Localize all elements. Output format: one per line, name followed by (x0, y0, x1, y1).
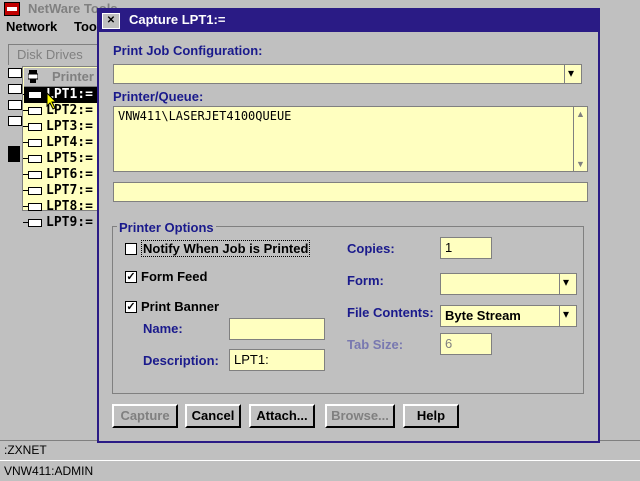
port-row[interactable]: LPT3:= (23, 119, 98, 135)
port-label: LPT4:= (46, 135, 93, 150)
description-field[interactable]: LPT1: (229, 349, 325, 371)
print-banner-label: Print Banner (141, 299, 220, 314)
help-button[interactable]: Help (403, 404, 459, 428)
description-value: LPT1: (234, 352, 269, 367)
port-label: LPT8:= (46, 199, 93, 214)
port-row[interactable]: LPT9:= (23, 215, 98, 231)
port-list-header: Printer (24, 68, 98, 87)
browse-button[interactable]: Browse... (325, 404, 395, 428)
port-row[interactable]: LPT6:= (23, 167, 98, 183)
port-icon (23, 203, 42, 211)
mouse-pointer-icon (46, 92, 58, 110)
file-contents-value: Byte Stream (445, 308, 521, 323)
tab-disk-drives-label: Disk Drives (17, 47, 83, 62)
printer-options-title: Printer Options (117, 220, 216, 235)
black-marker-icon (8, 146, 20, 162)
port-list-header-label: Printer (52, 69, 94, 84)
port-icon (23, 139, 42, 147)
copies-field[interactable]: 1 (440, 237, 492, 259)
port-label: LPT7:= (46, 183, 93, 198)
system-menu-icon[interactable]: ✕ (102, 13, 120, 29)
dialog-titlebar[interactable]: ✕ Capture LPT1:= (99, 10, 598, 32)
secondary-queue-field[interactable] (113, 182, 588, 202)
port-icon (23, 123, 42, 131)
copies-label: Copies: (347, 241, 395, 256)
dialog-title: Capture LPT1:= (129, 12, 226, 27)
name-field[interactable] (229, 318, 325, 340)
print-banner-checkbox[interactable]: ✓ (125, 301, 137, 313)
form-feed-checkbox[interactable]: ✓ (125, 271, 137, 283)
tab-size-field: 6 (440, 333, 492, 355)
status-network-text: :ZXNET (4, 443, 47, 457)
port-icon (23, 155, 42, 163)
printer-header-icon (28, 70, 38, 83)
port-label: LPT3:= (46, 119, 93, 134)
scroll-down-icon[interactable]: ▼ (575, 158, 586, 170)
list-icon[interactable] (8, 116, 22, 126)
menu-tools[interactable]: Too (74, 19, 97, 34)
port-icon (23, 91, 42, 99)
file-contents-dropdown[interactable]: Byte Stream (440, 305, 577, 327)
form-label: Form: (347, 273, 384, 288)
tab-size-value: 6 (445, 336, 453, 351)
copies-value: 1 (445, 240, 453, 255)
port-icon (23, 187, 42, 195)
chevron-down-icon[interactable] (559, 306, 576, 326)
port-label: LPT9:= (46, 215, 93, 230)
cancel-button[interactable]: Cancel (185, 404, 241, 428)
print-job-config-dropdown[interactable] (113, 64, 582, 84)
printer-queue-value: VNW411\LASERJET4100QUEUE (118, 109, 292, 123)
chevron-down-icon[interactable] (559, 274, 576, 294)
scroll-up-icon[interactable]: ▲ (575, 108, 586, 120)
drive-icon[interactable] (8, 68, 22, 78)
menu-network[interactable]: Network (6, 19, 57, 34)
port-row[interactable]: LPT8:= (23, 199, 98, 215)
port-label: LPT6:= (46, 167, 93, 182)
printer-queue-scrollbar[interactable]: ▲ ▼ (573, 107, 587, 171)
port-icon (23, 171, 42, 179)
user-icon[interactable] (8, 100, 22, 110)
port-row[interactable]: LPT2:= (23, 103, 98, 119)
status-bar-user: VNW411:ADMIN (0, 460, 640, 481)
form-dropdown[interactable] (440, 273, 577, 295)
notify-checkbox[interactable] (125, 243, 137, 255)
port-row[interactable]: LPT1:= (23, 87, 98, 103)
description-label: Description: (143, 353, 219, 368)
file-contents-label: File Contents: (347, 305, 434, 320)
print-job-config-label: Print Job Configuration: (113, 43, 263, 58)
port-label: LPT5:= (46, 151, 93, 166)
capture-dialog: ✕ Capture LPT1:= Print Job Configuration… (97, 8, 600, 443)
name-label: Name: (143, 321, 183, 336)
form-feed-label: Form Feed (141, 269, 208, 284)
status-user-text: VNW411:ADMIN (4, 464, 94, 478)
tab-size-label: Tab Size: (347, 337, 404, 352)
capture-button[interactable]: Capture (112, 404, 178, 428)
tab-disk-drives[interactable]: Disk Drives (8, 44, 100, 65)
port-row[interactable]: LPT7:= (23, 183, 98, 199)
chevron-down-icon[interactable] (564, 65, 581, 83)
port-row[interactable]: LPT5:= (23, 151, 98, 167)
port-icon (23, 219, 42, 227)
netware-app-icon[interactable] (4, 2, 20, 16)
attach-button[interactable]: Attach... (249, 404, 315, 428)
printer-queue-field[interactable]: VNW411\LASERJET4100QUEUE ▲ ▼ (113, 106, 588, 172)
printer-icon[interactable] (8, 84, 22, 94)
printer-queue-label: Printer/Queue: (113, 89, 204, 104)
port-row[interactable]: LPT4:= (23, 135, 98, 151)
notify-label: Notify When Job is Printed (141, 240, 311, 257)
port-icon (23, 107, 42, 115)
